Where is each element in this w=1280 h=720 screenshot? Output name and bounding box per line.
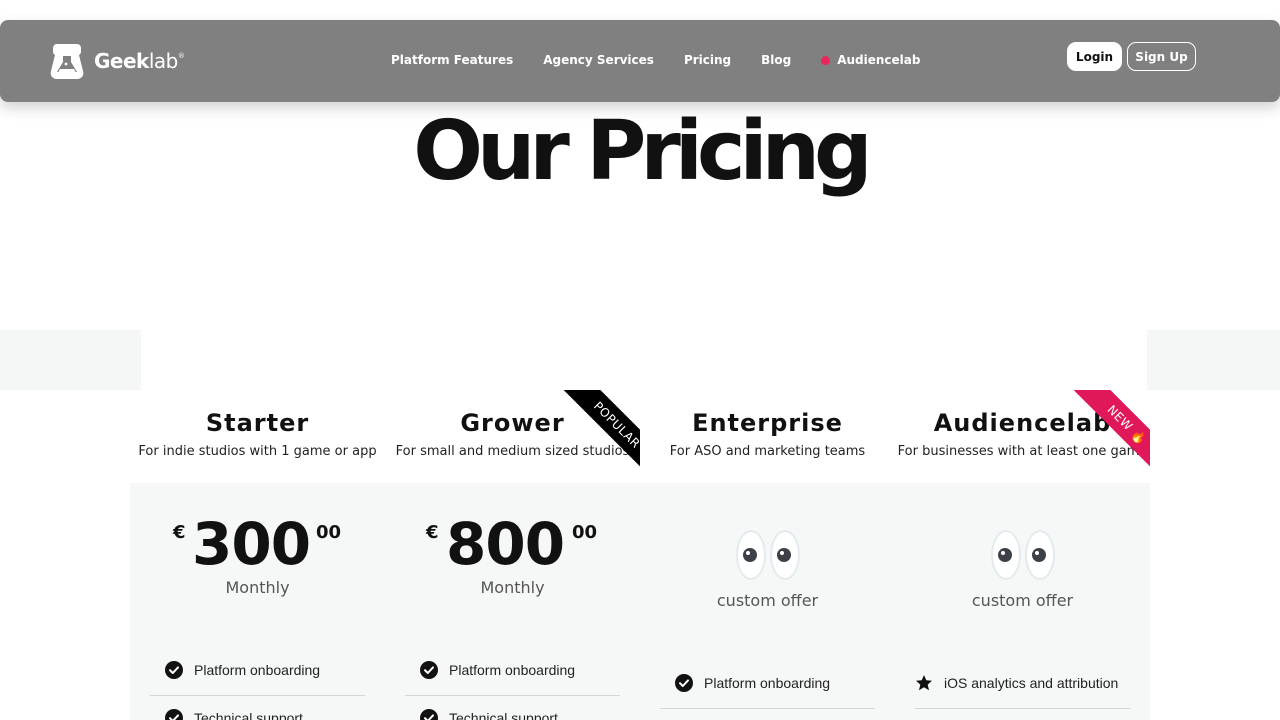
plan-header-enterprise: Enterprise For ASO and marketing teams: [640, 408, 895, 459]
new-ribbon: NEW 🔥: [1062, 390, 1150, 478]
plan-name: Starter: [205, 409, 310, 437]
price-starter: € 300 00: [130, 511, 385, 577]
brand-name: Geeklab®: [94, 49, 185, 73]
top-navigation: Geeklab® Platform Features Agency Servic…: [0, 20, 1280, 102]
nav-agency-services[interactable]: Agency Services: [543, 53, 654, 67]
brand-logo[interactable]: Geeklab®: [49, 42, 185, 80]
decorative-strip-left: [0, 330, 141, 390]
feature-text: Platform onboarding: [194, 662, 321, 678]
feature-item: Platform onboarding: [150, 661, 365, 679]
nav-blog[interactable]: Blog: [761, 53, 791, 67]
feature-text: iOS analytics and attribution: [944, 675, 1119, 691]
eyes-icon: [895, 530, 1150, 580]
feature-text: Platform onboarding: [449, 662, 576, 678]
price-period: Monthly: [225, 578, 290, 597]
flame-icon: [821, 55, 831, 65]
page-title: Our Pricing: [413, 104, 873, 199]
plan-description: For indie studios with 1 game or app: [138, 444, 377, 459]
login-button[interactable]: Login: [1067, 42, 1122, 71]
price-cents: 00: [316, 522, 342, 543]
decorative-strip-right: [1147, 330, 1280, 390]
check-circle-icon: [165, 709, 183, 720]
check-circle-icon: [420, 661, 438, 679]
feature-item: Technical support: [150, 709, 365, 720]
custom-offer-label: custom offer: [716, 591, 819, 610]
plan-description: For ASO and marketing teams: [669, 444, 866, 459]
feature-text: Technical support: [449, 710, 558, 720]
ribbon-label: POPULAR: [554, 390, 640, 478]
nav-pricing[interactable]: Pricing: [684, 53, 731, 67]
signup-button[interactable]: Sign Up: [1127, 42, 1196, 71]
feature-text: Technical support: [194, 710, 303, 720]
nav-audiencelab[interactable]: Audiencelab: [821, 53, 921, 67]
check-circle-icon: [420, 709, 438, 720]
main-menu: Platform Features Agency Services Pricin…: [391, 53, 951, 67]
price-period: Monthly: [480, 578, 545, 597]
pricing-page: Geeklab® Platform Features Agency Servic…: [0, 0, 1280, 720]
price-cents: 00: [572, 522, 598, 543]
geeklab-flask-icon: [50, 44, 84, 80]
feature-item: iOS analytics and attribution: [900, 674, 1119, 692]
feature-divider: [660, 708, 875, 709]
eyes-icon: [640, 530, 895, 580]
feature-item: Platform onboarding: [405, 661, 620, 679]
check-circle-icon: [675, 674, 693, 692]
nav-platform-features[interactable]: Platform Features: [391, 53, 513, 67]
plan-header-starter: Starter For indie studios with 1 game or…: [130, 408, 385, 459]
plan-name: Enterprise: [692, 409, 843, 437]
check-circle-icon: [165, 661, 183, 679]
price-grower: € 800 00: [385, 511, 640, 577]
feature-item: Technical support: [405, 709, 620, 720]
price-amount: 800: [446, 510, 565, 578]
custom-offer-label: custom offer: [971, 591, 1074, 610]
price-amount: 300: [192, 510, 311, 578]
feature-divider: [405, 695, 620, 696]
nav-audiencelab-label: Audiencelab: [837, 53, 921, 67]
feature-divider: [915, 708, 1130, 709]
star-icon: [915, 674, 933, 692]
feature-item: Platform onboarding: [660, 674, 875, 692]
feature-text: Platform onboarding: [704, 675, 831, 691]
popular-ribbon: POPULAR: [552, 390, 640, 478]
ribbon-label: NEW 🔥: [1064, 390, 1150, 478]
price-currency: €: [173, 522, 186, 543]
price-currency: €: [426, 522, 439, 543]
feature-divider: [150, 695, 365, 696]
